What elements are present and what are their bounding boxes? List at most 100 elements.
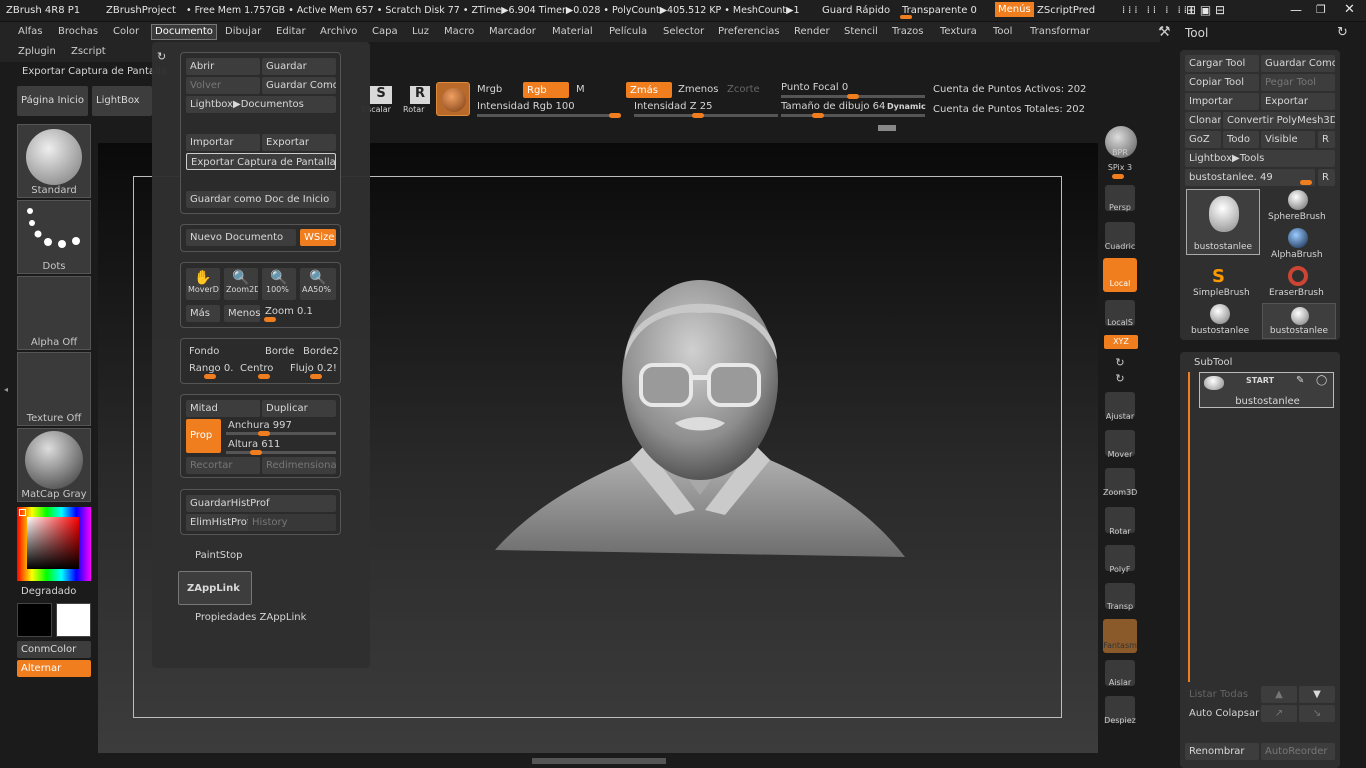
current-tool-slider[interactable]: bustostanlee. 49 xyxy=(1185,169,1315,186)
menu-alfas[interactable]: Alfas xyxy=(18,26,42,37)
menu-zscript[interactable]: Zscript xyxy=(71,46,106,57)
visibility-icon[interactable]: ◯ xyxy=(1316,375,1327,386)
rename-button[interactable]: Renombrar xyxy=(1185,743,1259,760)
eraser-brush-label[interactable]: EraserBrush xyxy=(1269,288,1324,298)
mrgb-button[interactable]: Mrgb xyxy=(477,84,502,95)
dynamic-toggle[interactable]: Dynamic xyxy=(887,102,926,111)
zoom-out-button[interactable]: Menos xyxy=(224,305,260,322)
delete-depth-history-button[interactable]: ElimHistProf xyxy=(186,514,252,531)
width-slider[interactable] xyxy=(226,432,336,435)
menu-render[interactable]: Render xyxy=(794,26,830,37)
goz-button[interactable]: GoZ xyxy=(1185,131,1221,148)
resize-button[interactable]: Redimensionar xyxy=(262,457,336,474)
height-knob[interactable] xyxy=(250,450,262,455)
save-button[interactable]: Guardar xyxy=(262,58,336,75)
brush-edit-icon[interactable]: ✎ xyxy=(1296,375,1304,386)
window-icons[interactable]: ⊞ ▣ ⊟ xyxy=(1186,3,1225,17)
move-down-icon[interactable]: ▼ xyxy=(1299,686,1335,703)
all-button[interactable]: Todo xyxy=(1223,131,1259,148)
zscript-default[interactable]: ZScriptPred xyxy=(1037,5,1095,16)
home-page-button[interactable]: Página Inicio xyxy=(17,86,88,116)
transparency-slider[interactable]: Transparente 0 xyxy=(902,5,977,16)
load-tool-button[interactable]: Cargar Tool xyxy=(1185,55,1259,72)
make-polymesh3d-button[interactable]: Convertir PolyMesh3D xyxy=(1223,112,1335,129)
material-swatch[interactable] xyxy=(436,82,470,116)
move-up-arrow-icon[interactable]: ↗ xyxy=(1261,705,1297,722)
import-button[interactable]: Importar xyxy=(186,134,260,151)
tool-thumb-bust2-label[interactable]: bustostanlee xyxy=(1191,326,1249,336)
gradient-label[interactable]: Degradado xyxy=(21,586,76,597)
auto-reorder-button[interactable]: AutoReorder xyxy=(1261,743,1335,760)
store-depth-history-button[interactable]: GuardarHistProf xyxy=(186,495,336,512)
alpha-brush-icon[interactable] xyxy=(1288,228,1308,248)
color-square[interactable] xyxy=(27,517,79,569)
rgb-button[interactable]: Rgb xyxy=(523,82,569,98)
xyz-button[interactable]: XYZ xyxy=(1104,335,1138,349)
height-label[interactable]: Altura 611 xyxy=(228,439,280,450)
menu-material[interactable]: Material xyxy=(552,26,593,37)
m-button[interactable]: M xyxy=(576,84,585,95)
menu-color[interactable]: Color xyxy=(113,26,139,37)
refresh-icon[interactable]: ↻ xyxy=(157,50,166,63)
export-button[interactable]: Exportar xyxy=(262,134,336,151)
main-color-swatch[interactable] xyxy=(17,603,52,637)
aa-half-button[interactable]: 🔍 AA50% xyxy=(300,268,336,300)
spix-knob[interactable] xyxy=(1112,174,1124,179)
zcut-button[interactable]: Zcorte xyxy=(727,84,760,95)
quicksave-button[interactable]: Guard Rápido xyxy=(822,5,890,16)
menu-macro[interactable]: Macro xyxy=(444,26,474,37)
left-collapse-icon[interactable]: ◂ xyxy=(4,385,8,394)
auto-collapse-button[interactable]: Auto Colapsar xyxy=(1189,708,1259,719)
menu-selector[interactable]: Selector xyxy=(663,26,704,37)
menus-button[interactable]: Menús xyxy=(995,2,1034,17)
zapplink-button[interactable]: ZAppLink xyxy=(178,571,252,605)
lightbox-documents-button[interactable]: Lightbox▶Documentos xyxy=(186,96,336,113)
shelf-scroll-handle[interactable] xyxy=(878,125,896,131)
subtool-item[interactable]: START ✎ ◯ bustostanlee xyxy=(1199,372,1334,408)
rotate-icon[interactable]: R xyxy=(410,86,430,104)
lightbox-button[interactable]: LightBox xyxy=(92,86,152,116)
wsize-button[interactable]: WSize xyxy=(300,229,336,246)
subtool-scrollbar[interactable] xyxy=(1188,372,1190,682)
current-tool-knob[interactable] xyxy=(1300,180,1312,185)
double-button[interactable]: Duplicar xyxy=(262,400,336,417)
sphere-brush-label[interactable]: SphereBrush xyxy=(1268,212,1326,222)
z-intensity-slider[interactable] xyxy=(634,114,778,117)
width-label[interactable]: Anchura 997 xyxy=(228,420,292,431)
width-knob[interactable] xyxy=(258,431,270,436)
eraser-brush-icon[interactable] xyxy=(1288,266,1308,286)
background-button[interactable]: Fondo xyxy=(189,346,219,357)
crop-button[interactable]: Recortar xyxy=(186,457,260,474)
revert-button[interactable]: Volver xyxy=(186,77,260,94)
actual-size-button[interactable]: 🔍 100% xyxy=(262,268,296,300)
simple-brush-label[interactable]: SimpleBrush xyxy=(1193,288,1250,298)
rotate-y-icon[interactable]: ↻ xyxy=(1103,356,1137,369)
scale-icon[interactable]: S xyxy=(370,86,392,104)
flow-knob[interactable] xyxy=(310,374,322,379)
transparency-knob[interactable] xyxy=(900,15,912,19)
menu-documento[interactable]: Documento xyxy=(151,24,217,40)
tool-refresh-icon[interactable]: ↻ xyxy=(1337,25,1348,40)
rotate-z-icon[interactable]: ↻ xyxy=(1103,372,1137,385)
z-intensity-knob[interactable] xyxy=(692,113,704,118)
spix-label[interactable]: SPix 3 xyxy=(1103,163,1137,172)
menu-stencil[interactable]: Stencil xyxy=(844,26,878,37)
bust-model[interactable] xyxy=(495,265,905,560)
export-screen-capture-button[interactable]: Exportar Captura de Pantalla xyxy=(186,153,336,170)
menu-luz[interactable]: Luz xyxy=(412,26,429,37)
save-as-button[interactable]: Guardar Como xyxy=(262,77,336,94)
save-tool-as-button[interactable]: Guardar Como xyxy=(1261,55,1335,72)
tool-r-button[interactable]: R xyxy=(1318,169,1335,186)
menu-tool[interactable]: Tool xyxy=(993,26,1012,37)
menu-capa[interactable]: Capa xyxy=(372,26,398,37)
border2-button[interactable]: Borde2 xyxy=(303,346,339,357)
border-button[interactable]: Borde xyxy=(265,346,294,357)
subtool-title[interactable]: SubTool xyxy=(1194,357,1232,368)
move-doc-button[interactable]: ✋ MoverD xyxy=(186,268,220,300)
paste-tool-button[interactable]: Pegar Tool xyxy=(1261,74,1335,91)
minimize-icon[interactable]: — xyxy=(1290,3,1302,17)
zoom-in-button[interactable]: Más xyxy=(186,305,220,322)
secondary-color-swatch[interactable] xyxy=(56,603,91,637)
tool-thumb-bustostanlee[interactable]: bustostanlee xyxy=(1186,189,1260,255)
color-picker[interactable] xyxy=(17,507,91,581)
